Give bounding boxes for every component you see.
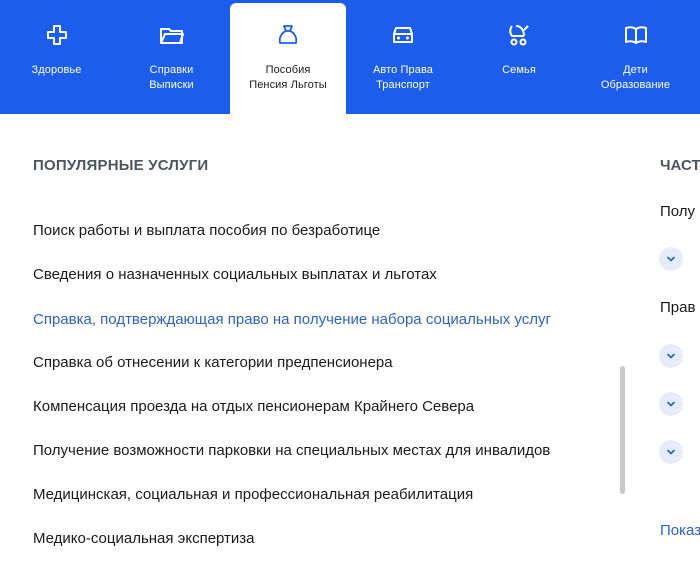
tab-label: Справки Выписки — [149, 64, 194, 91]
service-link[interactable]: Поиск работы и выплата пособия по безраб… — [33, 222, 380, 239]
tab-children[interactable]: Дети Образование — [578, 0, 693, 114]
popular-services-title: ПОПУЛЯРНЫЕ УСЛУГИ — [33, 157, 209, 174]
health-cross-icon — [44, 22, 70, 48]
chevron-down-icon[interactable] — [659, 247, 683, 271]
service-link[interactable]: Компенсация проезда на отдых пенсионерам… — [33, 398, 474, 415]
tab-label: Пособия Пенсия Льготы — [249, 64, 327, 91]
right-panel-title: ЧАСТ — [660, 157, 700, 174]
chevron-down-icon[interactable] — [659, 344, 683, 368]
tab-auto[interactable]: Авто Права Транспорт — [346, 0, 460, 114]
tab-label: Дети Образование — [600, 64, 671, 91]
money-bag-icon — [275, 22, 301, 48]
service-link[interactable]: Медико-социальная экспертиза — [33, 530, 255, 547]
show-more-link[interactable]: Показ — [660, 522, 700, 539]
category-nav-bar: Здоровье Справки Выписки Пособия Пенсия … — [0, 0, 700, 114]
service-link-highlighted[interactable]: Справка, подтверждающая право на получен… — [33, 311, 551, 328]
book-icon — [623, 22, 649, 48]
stroller-icon — [506, 22, 532, 48]
service-link[interactable]: Медицинская, социальная и профессиональн… — [33, 486, 473, 503]
right-panel-heading: Прав — [660, 299, 696, 316]
tab-health[interactable]: Здоровье — [0, 0, 113, 114]
tab-benefits[interactable]: Пособия Пенсия Льготы — [230, 3, 346, 114]
folder-icon — [159, 22, 185, 48]
chevron-down-icon[interactable] — [659, 440, 683, 464]
service-link[interactable]: Сведения о назначенных социальных выплат… — [33, 266, 437, 283]
tab-label: Авто Права Транспорт — [372, 64, 433, 91]
service-link[interactable]: Получение возможности парковки на специа… — [33, 442, 550, 459]
tab-label: Семья — [502, 64, 536, 76]
list-scrollbar[interactable] — [620, 366, 625, 494]
right-panel-heading: Полу — [660, 203, 696, 220]
chevron-down-icon[interactable] — [659, 392, 683, 416]
car-icon — [390, 22, 416, 48]
tab-certificates[interactable]: Справки Выписки — [113, 0, 230, 114]
tab-family[interactable]: Семья — [460, 0, 578, 114]
service-link[interactable]: Справка об отнесении к категории предпен… — [33, 354, 393, 371]
tab-label: Здоровье — [31, 64, 82, 76]
